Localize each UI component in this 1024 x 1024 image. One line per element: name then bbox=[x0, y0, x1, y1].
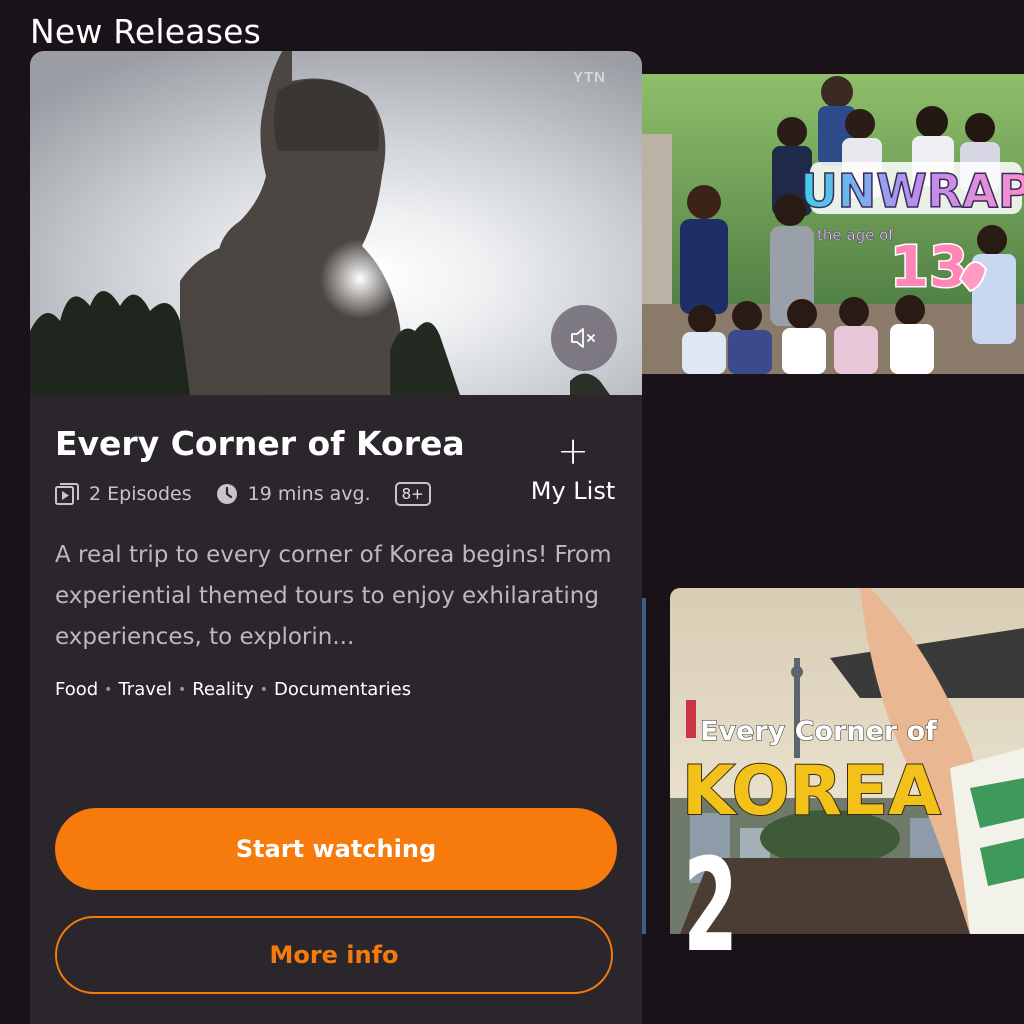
genre-item: Food bbox=[55, 679, 99, 700]
genre-list: Food • Travel • Reality • Documentaries bbox=[55, 679, 411, 700]
separator-dot: • bbox=[177, 681, 187, 698]
separator-dot: • bbox=[104, 681, 113, 698]
rank-number: 2 bbox=[683, 832, 739, 981]
clock-icon bbox=[216, 483, 238, 505]
separator-dot: • bbox=[259, 681, 268, 698]
genre-item: Documentaries bbox=[274, 679, 412, 700]
my-list-label: My List bbox=[530, 477, 616, 505]
episodes-count: 2 Episodes bbox=[89, 483, 192, 505]
plus-icon: + bbox=[557, 429, 589, 473]
show-title: Every Corner of Korea bbox=[55, 424, 465, 463]
unwrap-thumbnail-image: UNWRAP the age of 13 bbox=[642, 74, 1024, 374]
genre-item: Reality bbox=[192, 679, 254, 700]
episodes-icon bbox=[55, 483, 79, 505]
korea-title-line2: KOREA bbox=[682, 752, 941, 831]
duration-text: 19 mins avg. bbox=[247, 483, 371, 505]
partial-tile-sliver bbox=[642, 598, 646, 934]
korea-title-line1: Every Corner of bbox=[700, 716, 937, 747]
show-meta: 2 Episodes 19 mins avg. 8+ bbox=[55, 479, 431, 509]
age-rating-badge: 8+ bbox=[394, 482, 431, 506]
show-description: A real trip to every corner of Korea beg… bbox=[55, 542, 612, 650]
mute-button[interactable] bbox=[551, 305, 617, 371]
unwrap-number-text: 13 bbox=[890, 235, 968, 300]
unwrap-thumbnail-tile[interactable]: UNWRAP the age of 13 bbox=[642, 74, 1024, 374]
featured-card: YTN Every Corner of Korea + My List 2 Ep… bbox=[30, 51, 642, 1024]
my-list-button[interactable]: + My List bbox=[528, 431, 618, 505]
hero-watermark: YTN bbox=[573, 69, 606, 86]
speaker-muted-icon bbox=[571, 328, 595, 348]
start-watching-button[interactable]: Start watching bbox=[55, 808, 617, 890]
unwrap-subtitle-text: the age of bbox=[817, 226, 894, 244]
more-info-button[interactable]: More info bbox=[55, 916, 613, 994]
hero-image: YTN bbox=[30, 51, 642, 395]
section-title: New Releases bbox=[30, 12, 261, 51]
unwrap-title-text: UNWRAP bbox=[800, 164, 1024, 218]
genre-item: Travel bbox=[118, 679, 172, 700]
